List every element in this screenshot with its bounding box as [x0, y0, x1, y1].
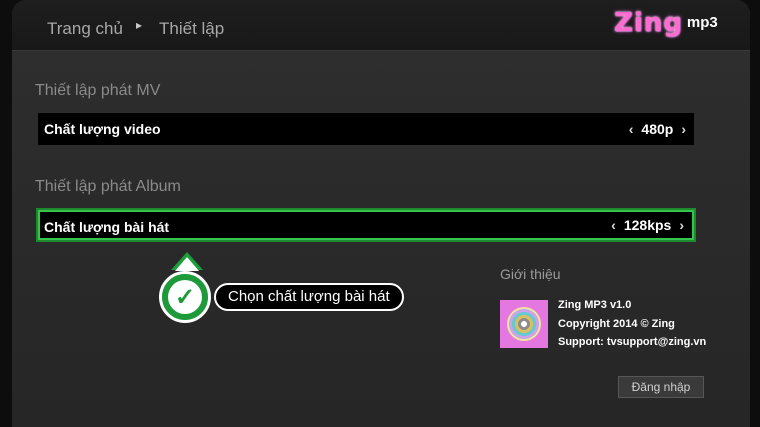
- app-icon: [500, 300, 548, 348]
- video-quality-setting[interactable]: Chất lượng video ‹ 480p ›: [38, 113, 694, 145]
- login-button[interactable]: Đăng nhập: [618, 376, 704, 398]
- hint-pointer-inner: [175, 257, 199, 271]
- zing-mp3-logo: Zing mp3: [614, 8, 718, 38]
- song-quality-setting[interactable]: Chất lượng bài hát ‹ 128kps ›: [36, 208, 696, 242]
- about-title: Giới thiệu: [500, 266, 561, 282]
- chevron-right-icon[interactable]: ›: [679, 217, 684, 233]
- breadcrumb-current: Thiết lập: [159, 19, 225, 38]
- about-app-name: Zing MP3 v1.0: [558, 299, 632, 311]
- chevron-right-icon[interactable]: ›: [681, 121, 686, 137]
- about-support: Support: tvsupport@zing.vn: [558, 336, 707, 348]
- hint-text: Chọn chất lượng bài hát: [214, 283, 404, 311]
- video-quality-value: 480p: [641, 121, 674, 137]
- section-title-album: Thiết lập phát Album: [35, 178, 181, 195]
- chevron-left-icon[interactable]: ‹: [611, 217, 616, 233]
- song-quality-label: Chất lượng bài hát: [44, 219, 170, 235]
- logo-suffix: mp3: [686, 14, 718, 31]
- section-title-mv: Thiết lập phát MV: [35, 82, 161, 99]
- logo-brand: Zing: [614, 8, 683, 38]
- top-bar: Trang chủ ▸ Thiết lập Zing mp3: [12, 0, 750, 51]
- breadcrumb-home[interactable]: Trang chủ: [47, 19, 123, 39]
- chevron-left-icon[interactable]: ‹: [629, 121, 634, 137]
- video-quality-selector[interactable]: ‹ 480p ›: [629, 121, 686, 137]
- breadcrumb-separator-icon: ▸: [136, 18, 143, 32]
- song-quality-selector[interactable]: ‹ 128kps ›: [611, 217, 684, 233]
- video-quality-label: Chất lượng video: [44, 121, 161, 137]
- hint-badge: ✓: [159, 271, 211, 323]
- about-copyright: Copyright 2014 © Zing: [558, 318, 675, 330]
- checkmark-icon: ✓: [168, 280, 202, 314]
- song-quality-value: 128kps: [623, 217, 672, 233]
- hint-callout: ✓ Chọn chất lượng bài hát: [158, 250, 418, 328]
- music-disc-icon: [507, 307, 541, 341]
